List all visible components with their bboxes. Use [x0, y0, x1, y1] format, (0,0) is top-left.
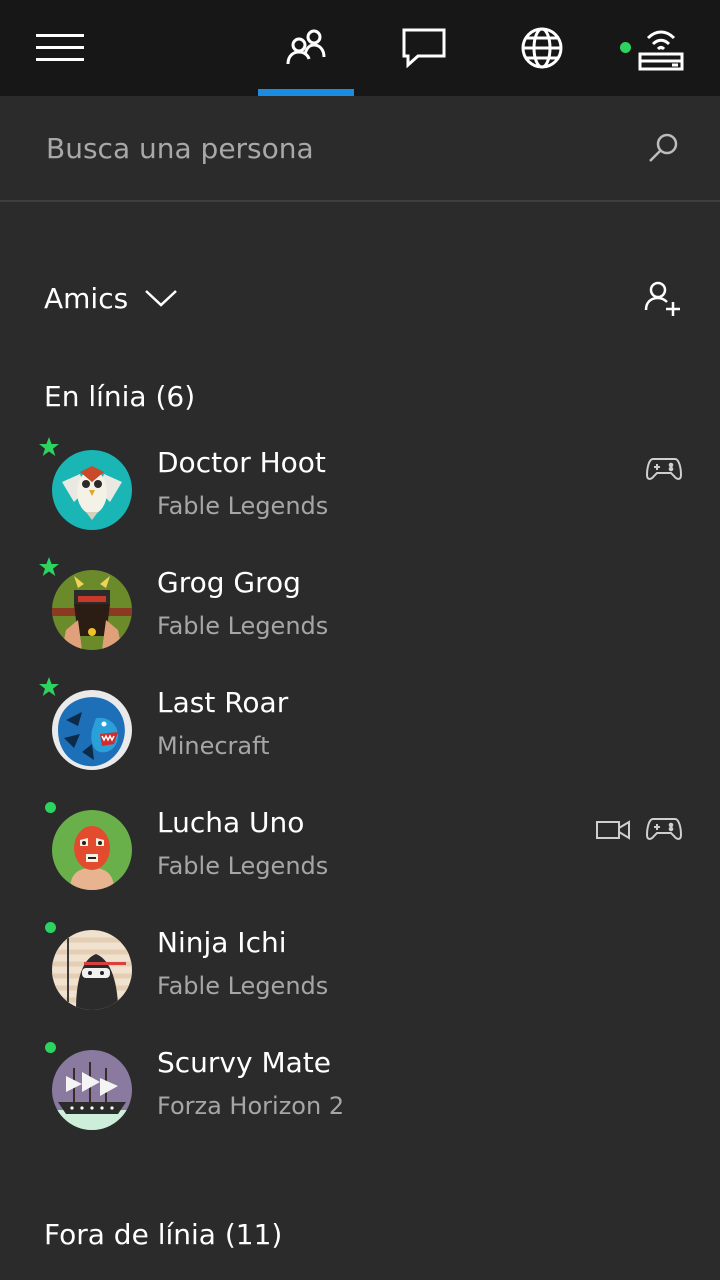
controller-icon: [646, 818, 682, 840]
add-friend-icon[interactable]: [644, 280, 682, 318]
friend-row-doctor-hoot[interactable]: Doctor Hoot Fable Legends: [0, 437, 720, 550]
online-section-header: En línia (6): [44, 380, 196, 413]
avatar: [52, 570, 132, 650]
friend-name: Scurvy Mate: [157, 1046, 331, 1079]
search-input[interactable]: [44, 123, 628, 173]
favorite-star-icon: [39, 677, 59, 696]
search-bar: [0, 96, 720, 202]
avatar: [52, 1050, 132, 1130]
online-status-dot: [45, 802, 56, 813]
friend-row-scurvy-mate[interactable]: Scurvy Mate Forza Horizon 2: [0, 1040, 720, 1150]
friend-game: Forza Horizon 2: [157, 1092, 345, 1120]
online-status-dot: [45, 1042, 56, 1053]
network-icon: [638, 30, 684, 71]
friend-name: Doctor Hoot: [157, 446, 326, 479]
friend-game: Fable Legends: [157, 852, 329, 880]
avatar: [52, 930, 132, 1010]
friend-game: Fable Legends: [157, 612, 329, 640]
tab-friends[interactable]: [258, 0, 354, 96]
friends-filter-dropdown[interactable]: Amics: [44, 276, 178, 320]
filter-label: Amics: [44, 281, 129, 315]
favorite-star-icon: [39, 437, 59, 456]
friend-row-grog-grog[interactable]: Grog Grog Fable Legends: [0, 557, 720, 670]
friend-name: Ninja Ichi: [157, 926, 287, 959]
video-camera-icon: [596, 820, 630, 840]
top-navigation-bar: [0, 0, 720, 96]
controller-icon: [646, 458, 682, 480]
hamburger-menu-button[interactable]: [24, 0, 96, 96]
active-tab-indicator: [258, 89, 354, 96]
friend-name: Last Roar: [157, 686, 289, 719]
friend-game: Minecraft: [157, 732, 270, 760]
favorite-star-icon: [39, 557, 59, 576]
avatar: [52, 690, 132, 770]
friend-name: Grog Grog: [157, 566, 301, 599]
online-status-dot: [45, 922, 56, 933]
chevron-down-icon: [145, 290, 178, 307]
offline-section-header: Fora de línia (11): [44, 1218, 283, 1251]
friend-game: Fable Legends: [157, 492, 329, 520]
friend-name: Lucha Uno: [157, 806, 305, 839]
tab-console-connection[interactable]: [612, 0, 708, 96]
chat-icon: [402, 28, 446, 68]
search-icon[interactable]: [646, 132, 680, 166]
friend-row-lucha-uno[interactable]: Lucha Uno Fable Legends: [0, 800, 720, 910]
friends-icon: [286, 29, 326, 65]
avatar: [52, 450, 132, 530]
friend-row-last-roar[interactable]: Last Roar Minecraft: [0, 677, 720, 790]
hamburger-menu-icon: [36, 34, 84, 61]
friend-row-ninja-ichi[interactable]: Ninja Ichi Fable Legends: [0, 920, 720, 1030]
avatar: [52, 810, 132, 890]
tab-activity[interactable]: [494, 0, 590, 96]
friend-game: Fable Legends: [157, 972, 329, 1000]
globe-icon: [521, 27, 563, 69]
tab-messages[interactable]: [376, 0, 472, 96]
